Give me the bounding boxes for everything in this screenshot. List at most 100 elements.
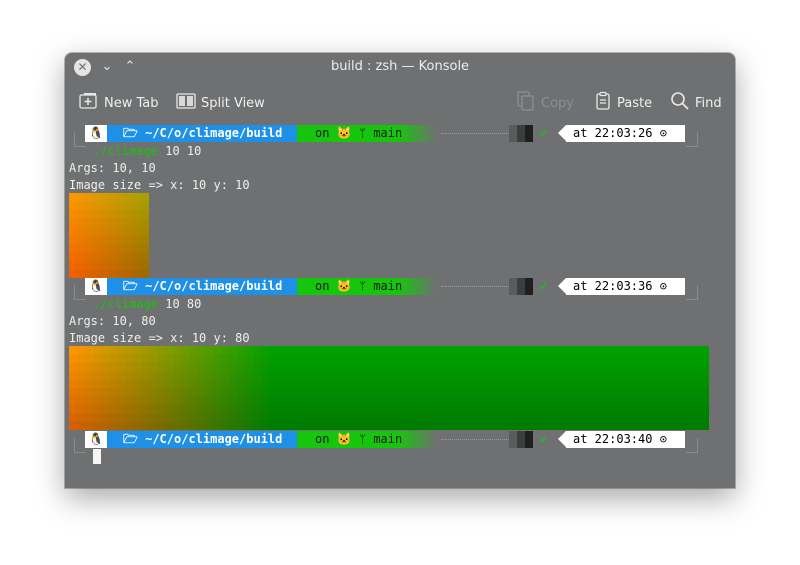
image-pixel [661,354,670,364]
image-pixel [541,396,550,406]
image-pixel [141,252,149,262]
image-pixel [301,346,310,355]
image-pixel [645,379,654,389]
image-pixel [589,371,598,381]
image-pixel [533,421,542,430]
image-pixel [613,421,622,430]
image-pixel [237,346,246,355]
image-pixel [389,346,398,355]
image-pixel [669,346,678,355]
image-pixel [237,379,246,389]
image-pixel [277,371,286,381]
image-pixel [157,388,166,397]
image-pixel [661,396,670,406]
image-pixel [109,354,118,364]
prompt-separator [509,125,533,142]
image-pixel [213,396,222,406]
find-label: Find [695,95,722,111]
image-pixel [165,371,174,381]
image-pixel [445,388,454,397]
image-pixel [661,362,670,372]
image-pixel [325,362,334,372]
image-pixel [549,371,558,381]
folder-icon: 🗁 [123,126,146,140]
image-pixel [277,362,286,372]
image-pixel [141,388,150,397]
image-pixel [525,404,534,414]
image-pixel [69,346,78,355]
image-pixel [101,269,110,278]
image-pixel [637,346,646,355]
new-tab-button[interactable]: New Tab [79,92,159,114]
image-pixel [597,396,606,406]
image-pixel [69,261,78,271]
image-pixel [77,235,86,245]
linux-icon: 🐧 [85,431,115,448]
image-pixel [269,396,278,406]
image-pixel [229,354,238,364]
image-pixel [325,346,334,355]
image-pixel [69,413,78,423]
image-pixel [501,362,510,372]
image-pixel [445,396,454,406]
split-view-button[interactable]: Split View [176,92,265,114]
image-pixel [461,346,470,355]
image-pixel [629,421,638,430]
image-pixel [525,396,534,406]
image-pixel [357,379,366,389]
image-pixel [365,346,374,355]
image-pixel [597,354,606,364]
image-pixel [397,421,406,430]
image-pixel [541,404,550,414]
image-pixel [645,413,654,423]
image-pixel [629,388,638,397]
image-pixel [277,354,286,364]
image-pixel [109,261,118,271]
image-pixel [637,413,646,423]
image-pixel [421,354,430,364]
copy-label: Copy [541,95,574,111]
image-pixel [149,362,158,372]
image-pixel [405,371,414,381]
image-pixel [109,218,118,228]
image-pixel [469,396,478,406]
image-pixel [677,354,686,364]
image-pixel [365,421,374,430]
image-pixel [381,388,390,397]
image-pixel [341,346,350,355]
image-pixel [285,413,294,423]
image-pixel [237,354,246,364]
image-pixel [541,362,550,372]
image-pixel [93,269,102,278]
terminal-area[interactable]: 🐧 🗁 ~/C/o/climage/build on 🐱 ᛘ main ✔ at… [65,123,735,488]
image-pixel [77,252,86,262]
image-pixel [269,346,278,355]
find-button[interactable]: Find [670,92,722,114]
image-pixel [453,354,462,364]
search-icon [670,91,690,115]
image-pixel [669,396,678,406]
image-pixel [701,362,709,372]
image-pixel [101,201,110,211]
image-pixel [69,371,78,381]
image-pixel [581,413,590,423]
image-pixel [253,354,262,364]
image-pixel [309,421,318,430]
image-pixel [405,379,414,389]
image-pixel [685,362,694,372]
image-pixel [645,354,654,364]
image-pixel [501,346,510,355]
image-pixel [493,421,502,430]
image-pixel [117,227,126,237]
copy-button[interactable]: Copy [516,91,574,114]
image-pixel [117,371,126,381]
paste-button[interactable]: Paste [594,91,652,114]
image-pixel [589,404,598,414]
image-pixel [165,388,174,397]
image-pixel [133,346,142,355]
image-pixel [573,371,582,381]
image-pixel [381,396,390,406]
image-pixel [133,388,142,397]
image-pixel [397,396,406,406]
image-pixel [141,244,149,254]
